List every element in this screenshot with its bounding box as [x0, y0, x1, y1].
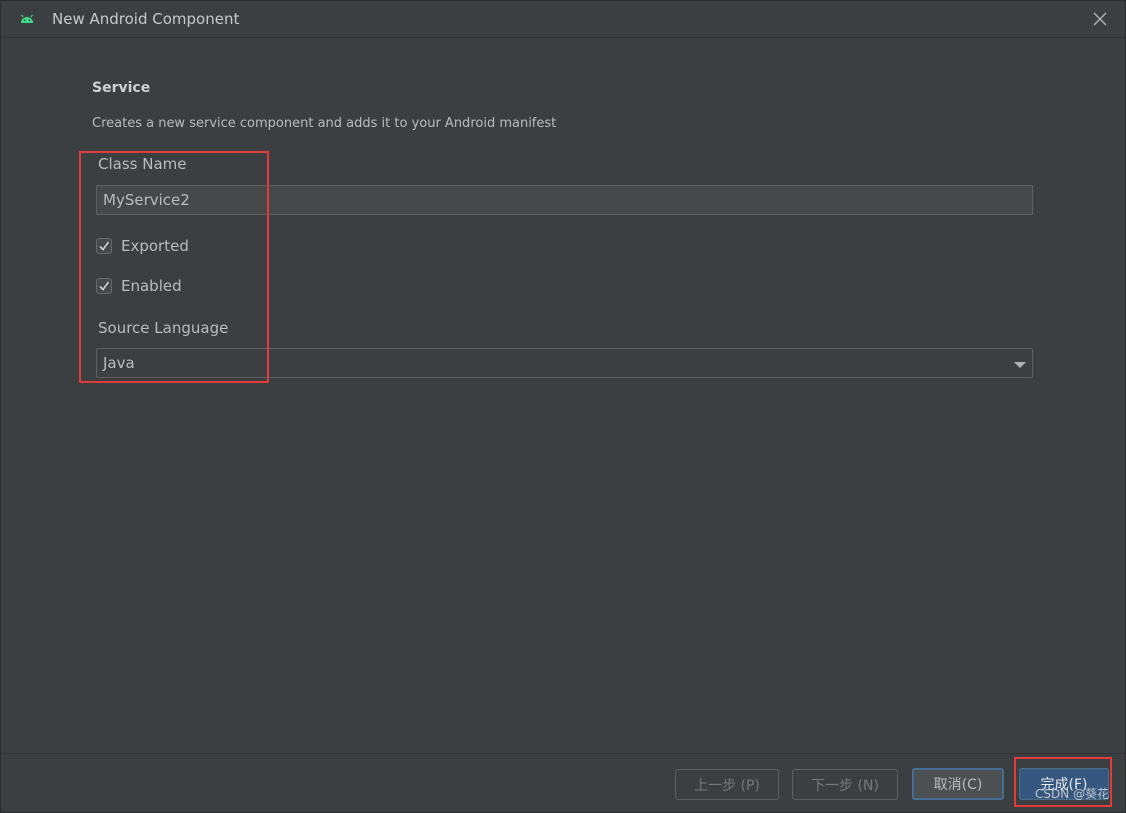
check-icon [99, 241, 110, 251]
watermark: CSDN @葵花 [1034, 787, 1109, 801]
dialog-footer: 上一步 (P) 下一步 (N) 取消(C) 完成(F) CSDN @葵花 [1, 753, 1125, 812]
enabled-checkbox[interactable] [96, 278, 112, 294]
source-language-select[interactable]: Java [96, 348, 1033, 378]
android-icon [19, 12, 35, 26]
dialog-content: Service Creates a new service component … [1, 39, 1125, 754]
section-description: Creates a new service component and adds… [92, 116, 557, 131]
class-name-label: Class Name [98, 155, 187, 173]
next-button[interactable]: 下一步 (N) [792, 769, 898, 800]
dialog-window: New Android Component Service Creates a … [0, 0, 1126, 813]
close-icon[interactable] [1091, 10, 1109, 28]
exported-checkbox-row[interactable]: Exported [96, 237, 189, 255]
cancel-button[interactable]: 取消(C) [912, 768, 1004, 800]
source-language-value: Java [103, 354, 135, 372]
enabled-checkbox-row[interactable]: Enabled [96, 277, 182, 295]
enabled-label: Enabled [121, 277, 182, 295]
check-icon [99, 281, 110, 291]
source-language-label: Source Language [98, 319, 229, 337]
section-title: Service [92, 80, 151, 96]
window-title: New Android Component [52, 10, 240, 28]
class-name-input[interactable] [96, 185, 1033, 215]
exported-checkbox[interactable] [96, 238, 112, 254]
exported-label: Exported [121, 237, 189, 255]
title-bar: New Android Component [1, 1, 1125, 38]
previous-button[interactable]: 上一步 (P) [675, 769, 779, 800]
chevron-down-icon [1014, 354, 1026, 373]
